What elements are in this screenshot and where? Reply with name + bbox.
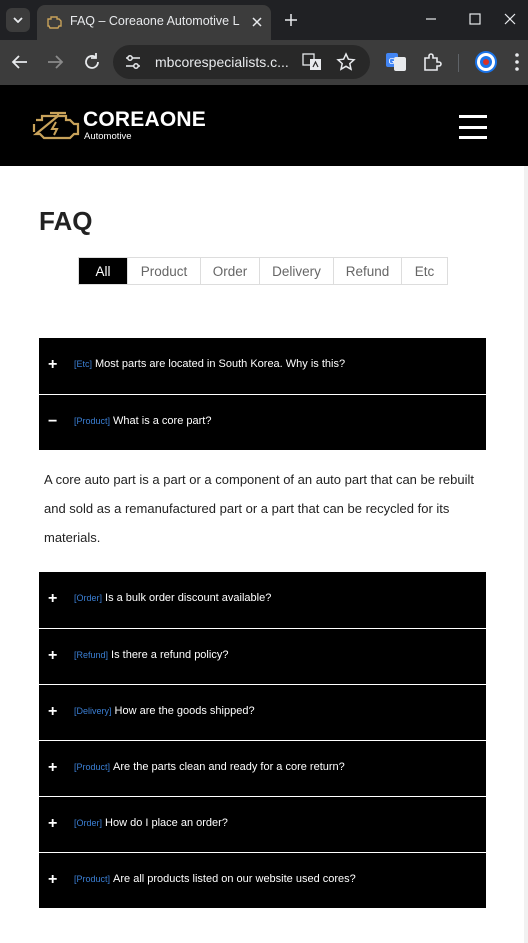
site-logo[interactable]: COREAONE Automotive (32, 108, 212, 146)
faq-question: [Refund] Is there a refund policy? (74, 649, 228, 661)
faq-item[interactable]: + [Product] Are all products listed on ou… (39, 852, 486, 908)
expand-plus-icon[interactable]: + (48, 870, 60, 890)
profile-icon[interactable] (475, 51, 497, 73)
browser-tab-bar: FAQ – Coreaone Automotive L (0, 0, 528, 40)
faq-category-label: [Product] (74, 762, 111, 772)
new-tab-button[interactable] (279, 8, 303, 32)
expand-plus-icon[interactable]: + (48, 814, 60, 834)
maximize-icon[interactable] (461, 6, 489, 32)
faq-item[interactable]: + [Order] Is a bulk order discount availa… (39, 572, 486, 628)
faq-question: [Order] Is a bulk order discount availabl… (74, 592, 271, 604)
close-icon[interactable] (247, 12, 267, 32)
chevron-down-icon[interactable] (6, 8, 30, 32)
faq-question: [Product] What is a core part? (74, 415, 211, 427)
engine-logo-icon (32, 110, 80, 142)
faq-item[interactable]: + [Etc] Most parts are located in South K… (39, 338, 486, 394)
reload-icon[interactable] (80, 50, 104, 74)
expand-plus-icon[interactable]: + (48, 355, 60, 375)
faq-category-label: [Product] (74, 874, 111, 884)
faq-item[interactable]: + [Refund] Is there a refund policy? (39, 628, 486, 684)
collapse-minus-icon[interactable]: − (48, 412, 60, 432)
faq-question-text: Most parts are located in South Korea. W… (95, 358, 346, 370)
tab-title: FAQ – Coreaone Automotive L (70, 14, 240, 28)
brand-name: COREAONE (83, 108, 206, 131)
expand-plus-icon[interactable]: + (48, 758, 60, 778)
browser-toolbar: mbcorespecialists.c... G (0, 40, 528, 85)
faq-question: [Etc] Most parts are located in South Kor… (74, 358, 345, 370)
toolbar-divider (458, 54, 459, 72)
hamburger-menu-icon[interactable] (459, 115, 487, 141)
star-icon[interactable] (336, 52, 356, 72)
filter-tab-etc[interactable]: Etc (401, 258, 447, 284)
filter-tab-delivery[interactable]: Delivery (259, 258, 333, 284)
address-bar[interactable]: mbcorespecialists.c... (113, 45, 370, 79)
faq-item[interactable]: + [Product] Are the parts clean and ready… (39, 740, 486, 796)
faq-category-label: [Product] (74, 416, 111, 426)
expand-plus-icon[interactable]: + (48, 589, 60, 609)
faq-answer: A core auto part is a part or a componen… (39, 450, 486, 572)
faq-item[interactable]: + [Delivery] How are the goods shipped? (39, 684, 486, 740)
filter-tab-order[interactable]: Order (200, 258, 259, 284)
faq-category-label: [Refund] (74, 650, 109, 660)
translate-icon[interactable] (302, 53, 322, 71)
plus-icon (285, 14, 297, 26)
faq-item[interactable]: + [Order] How do I place an order? (39, 796, 486, 852)
faq-question-text: How do I place an order? (105, 817, 228, 829)
faq-question: [Order] How do I place an order? (74, 817, 228, 829)
filter-tab-all[interactable]: All (79, 258, 127, 284)
extensions-icon[interactable] (420, 50, 444, 74)
faq-category-label: [Etc] (74, 359, 93, 369)
expand-plus-icon[interactable]: + (48, 646, 60, 666)
filter-tab-refund[interactable]: Refund (333, 258, 401, 284)
filter-tab-product[interactable]: Product (127, 258, 200, 284)
faq-question-text: Is a bulk order discount available? (105, 592, 272, 604)
forward-arrow-icon[interactable] (43, 50, 67, 74)
faq-list: + [Etc] Most parts are located in South K… (39, 338, 486, 908)
browser-tab[interactable]: FAQ – Coreaone Automotive L (37, 5, 271, 40)
svg-text:G: G (389, 57, 395, 66)
expand-plus-icon[interactable]: + (48, 702, 60, 722)
minimize-icon[interactable] (417, 6, 445, 32)
back-arrow-icon[interactable] (8, 50, 32, 74)
faq-category-label: [Delivery] (74, 706, 112, 716)
faq-question-text: How are the goods shipped? (114, 705, 255, 717)
faq-question-text: Are the parts clean and ready for a core… (113, 761, 345, 773)
google-translate-extension-icon[interactable]: G (384, 50, 408, 74)
site-info-icon[interactable] (123, 53, 143, 71)
faq-category-label: [Order] (74, 593, 103, 603)
site-header: COREAONE Automotive (0, 85, 528, 166)
faq-item-expanded[interactable]: − [Product] What is a core part? (39, 394, 486, 450)
url-text[interactable]: mbcorespecialists.c... (155, 54, 295, 70)
faq-category-label: [Order] (74, 818, 103, 828)
faq-question-text: Is there a refund policy? (111, 649, 229, 661)
more-vertical-icon[interactable] (512, 51, 522, 73)
faq-question: [Product] Are all products listed on our … (74, 873, 356, 885)
page-scrollbar[interactable] (524, 166, 528, 943)
faq-question-text: Are all products listed on our website u… (113, 873, 356, 885)
faq-category-filter: All Product Order Delivery Refund Etc (78, 257, 448, 285)
window-close-icon[interactable] (496, 6, 524, 32)
site-favicon-icon (46, 15, 62, 29)
faq-question: [Product] Are the parts clean and ready f… (74, 761, 345, 773)
brand-subtitle: Automotive (84, 131, 132, 142)
faq-question: [Delivery] How are the goods shipped? (74, 705, 255, 717)
page-title: FAQ (39, 206, 93, 236)
faq-question-text: What is a core part? (113, 415, 212, 427)
